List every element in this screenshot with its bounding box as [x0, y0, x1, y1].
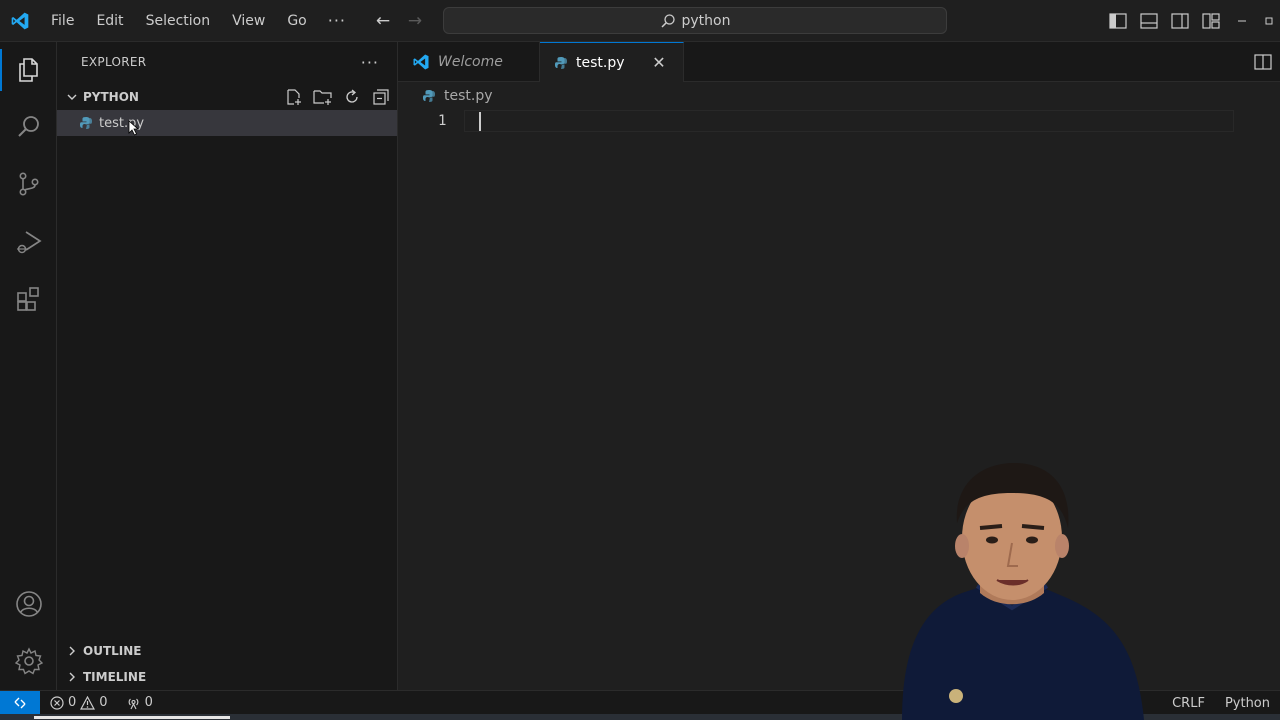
menu-go[interactable]: Go — [276, 0, 317, 42]
back-arrow-icon[interactable]: ← — [372, 10, 394, 32]
problems-indicator[interactable]: 0 0 — [40, 691, 114, 715]
status-right: CRLF Python — [1166, 691, 1280, 715]
tab-test-py[interactable]: test.py ✕ — [540, 42, 684, 82]
breadcrumb[interactable]: test.py — [398, 82, 1280, 110]
webcam-presenter-image — [862, 458, 1162, 720]
title-bar: File Edit Selection View Go ··· ← → pyth… — [0, 0, 1280, 42]
run-and-debug-icon[interactable] — [0, 217, 57, 267]
chevron-down-icon — [63, 88, 81, 106]
explorer-icon[interactable] — [0, 45, 57, 95]
timeline-panel-header[interactable]: TIMELINE — [57, 664, 397, 690]
command-center-text: python — [681, 12, 731, 29]
folder-python[interactable]: PYTHON — [57, 84, 397, 110]
explorer-sidebar: EXPLORER ··· PYTHON test.py OUTLINE TIME… — [57, 42, 398, 690]
toggle-panel-icon[interactable] — [1133, 0, 1164, 42]
current-line-highlight — [464, 110, 1234, 132]
remote-indicator-icon[interactable] — [0, 690, 40, 715]
eol-indicator[interactable]: CRLF — [1166, 691, 1219, 715]
warning-icon — [80, 695, 96, 710]
forward-arrow-icon[interactable]: → — [404, 10, 426, 32]
tab-label: test.py — [576, 54, 625, 71]
timeline-label: TIMELINE — [83, 670, 147, 684]
new-folder-icon[interactable] — [312, 87, 333, 108]
layout-controls — [1102, 0, 1280, 42]
menu-view[interactable]: View — [221, 0, 276, 42]
toggle-secondary-sidebar-icon[interactable] — [1164, 0, 1195, 42]
new-file-icon[interactable] — [283, 87, 304, 108]
breadcrumb-file: test.py — [444, 88, 493, 104]
navigation-arrows: ← → — [372, 0, 426, 42]
menu-bar: File Edit Selection View Go ··· — [40, 0, 356, 42]
manage-gear-icon[interactable] — [0, 636, 57, 686]
tab-label: Welcome — [438, 54, 503, 70]
chevron-right-icon — [63, 642, 81, 660]
error-icon — [50, 695, 64, 710]
language-mode[interactable]: Python — [1219, 691, 1280, 715]
python-file-icon — [423, 90, 435, 102]
menu-selection[interactable]: Selection — [135, 0, 222, 42]
outline-panel-header[interactable]: OUTLINE — [57, 638, 397, 664]
chevron-right-icon — [63, 668, 81, 686]
close-icon[interactable]: ✕ — [649, 53, 669, 73]
menu-file[interactable]: File — [40, 0, 85, 42]
split-editor-icon[interactable] — [1252, 51, 1274, 73]
refresh-icon[interactable] — [341, 87, 362, 108]
python-file-icon — [555, 56, 567, 69]
restore-icon[interactable] — [1258, 0, 1280, 42]
search-icon — [660, 13, 675, 28]
file-item-test-py[interactable]: test.py — [57, 110, 397, 136]
ports-count: 0 — [144, 695, 153, 710]
folder-name: PYTHON — [83, 90, 139, 104]
toggle-primary-sidebar-icon[interactable] — [1102, 0, 1133, 42]
sidebar-header: EXPLORER ··· — [57, 42, 397, 82]
menu-edit[interactable]: Edit — [85, 0, 134, 42]
accounts-icon[interactable] — [0, 579, 57, 629]
activity-bar — [0, 42, 57, 690]
minimize-icon[interactable] — [1226, 0, 1258, 42]
error-count: 0 — [68, 695, 77, 710]
explorer-more-actions-button[interactable]: ··· — [361, 53, 379, 72]
command-center-search[interactable]: python — [443, 7, 947, 34]
taskbar-progress — [34, 716, 230, 719]
mouse-cursor-icon — [128, 120, 140, 136]
search-icon[interactable] — [0, 102, 57, 152]
source-control-icon[interactable] — [0, 159, 57, 209]
menu-more-button[interactable]: ··· — [318, 11, 356, 30]
ports-indicator[interactable]: 0 — [114, 691, 159, 715]
warning-count: 0 — [99, 695, 108, 710]
folder-actions — [283, 84, 391, 110]
broadcast-icon — [128, 698, 138, 709]
vscode-logo-icon — [413, 54, 429, 70]
sidebar-title: EXPLORER — [81, 55, 147, 69]
text-cursor — [479, 112, 481, 131]
vscode-logo-icon — [0, 0, 40, 42]
line-number: 1 — [438, 113, 447, 129]
extensions-icon[interactable] — [0, 274, 57, 324]
customize-layout-icon[interactable] — [1195, 0, 1226, 42]
editor-tabs: Welcome test.py ✕ — [398, 42, 1280, 82]
python-file-icon — [77, 114, 95, 132]
collapse-all-icon[interactable] — [370, 87, 391, 108]
outline-label: OUTLINE — [83, 644, 142, 658]
tab-welcome[interactable]: Welcome — [398, 42, 540, 82]
